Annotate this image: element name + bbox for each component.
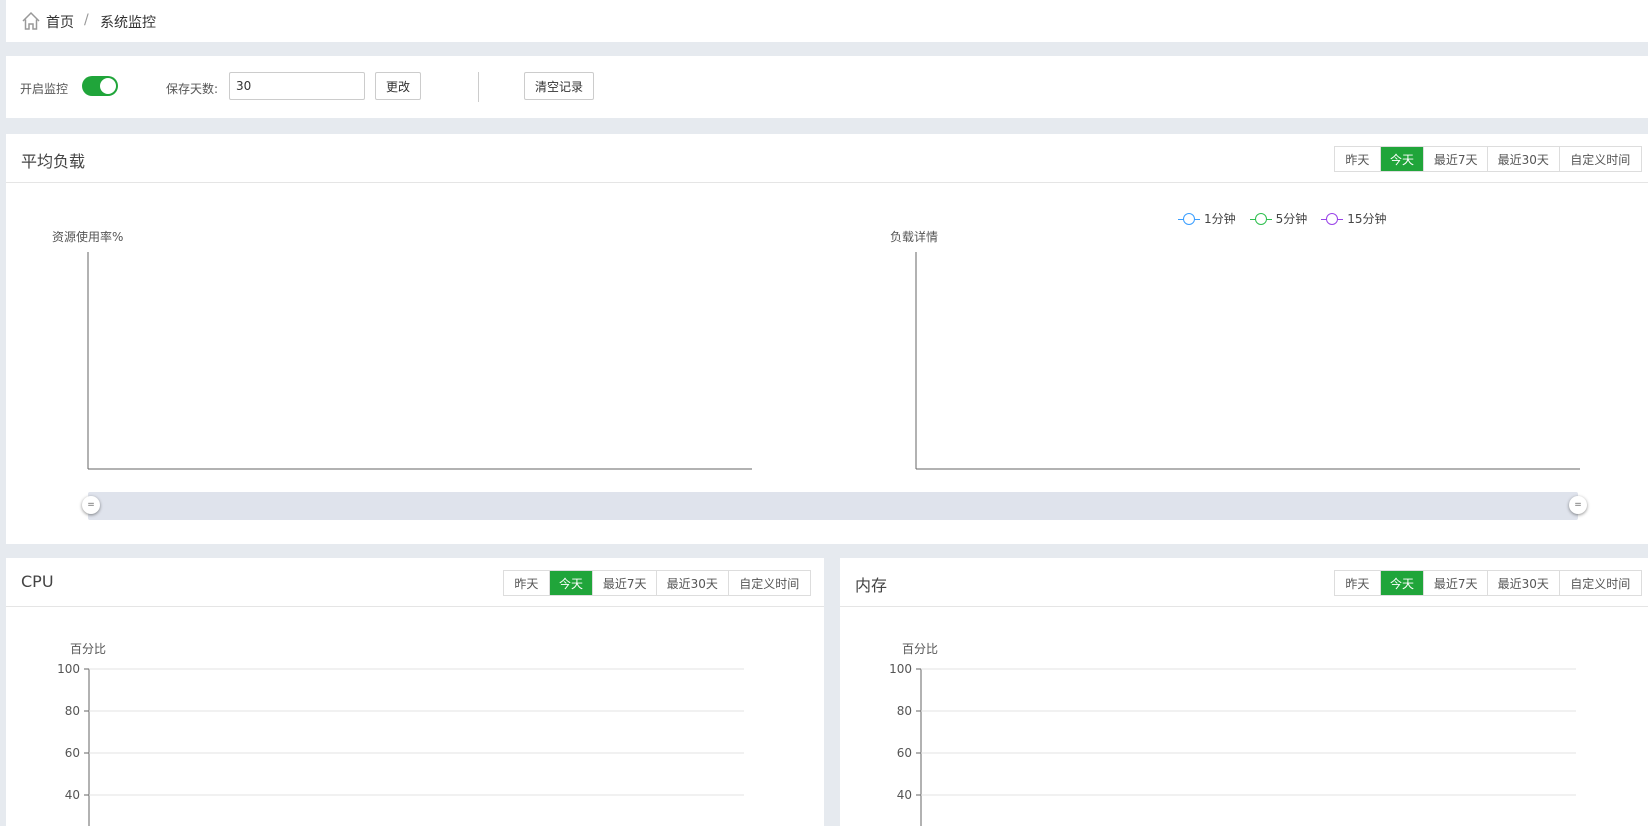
chart-legend: 1分钟 5分钟 15分钟 (1178, 210, 1401, 227)
breadcrumb-separator: / (84, 12, 89, 28)
load-details-axis-title: 负载详情 (890, 230, 939, 244)
y-tick-label: 100 (889, 662, 912, 676)
cpu-chart-grid (84, 668, 744, 826)
memory-card: 内存 昨天 今天 最近7天 最近30天 自定义时间 百分比 100 80 60 … (840, 558, 1648, 826)
average-load-card: 平均负载 昨天 今天 最近7天 最近30天 自定义时间 资源使用率% 负载详情 … (6, 134, 1648, 544)
breadcrumb: 首页 / 系统监控 (6, 0, 1648, 42)
divider (478, 72, 479, 102)
y-tick-label: 40 (896, 788, 912, 802)
home-icon[interactable] (20, 10, 42, 32)
y-tick-label: 60 (896, 746, 912, 760)
breadcrumb-home-link[interactable]: 首页 (46, 12, 74, 32)
y-tick-label: 40 (64, 788, 80, 802)
load-charts-axes (87, 252, 1580, 470)
y-tick-label: 80 (896, 704, 912, 718)
y-tick-label: 80 (64, 704, 80, 718)
breadcrumb-current: 系统监控 (100, 15, 156, 31)
legend-item-5min[interactable]: 5分钟 (1249, 210, 1307, 227)
monitor-toggle-label: 开启监控 (20, 82, 69, 96)
data-zoom-slider[interactable] (88, 492, 1578, 520)
y-tick-label: 60 (64, 746, 80, 760)
monitor-toggle[interactable] (82, 76, 118, 96)
zoom-handle-left[interactable]: = (82, 496, 100, 514)
change-days-button[interactable]: 更改 (375, 72, 421, 100)
save-days-input[interactable] (229, 72, 365, 100)
memory-chart-grid (916, 668, 1576, 826)
cpu-card: CPU 昨天 今天 最近7天 最近30天 自定义时间 百分比 100 80 60… (6, 558, 824, 826)
y-tick-label: 100 (57, 662, 80, 676)
zoom-handle-right[interactable]: = (1569, 496, 1587, 514)
clear-records-button[interactable]: 清空记录 (524, 72, 594, 100)
legend-item-1min[interactable]: 1分钟 (1178, 210, 1236, 227)
monitor-controls: 开启监控 保存天数: 更改 清空记录 (6, 56, 1648, 118)
save-days-label: 保存天数: (166, 82, 219, 96)
legend-item-15min[interactable]: 15分钟 (1321, 210, 1387, 227)
toggle-knob (100, 78, 116, 94)
